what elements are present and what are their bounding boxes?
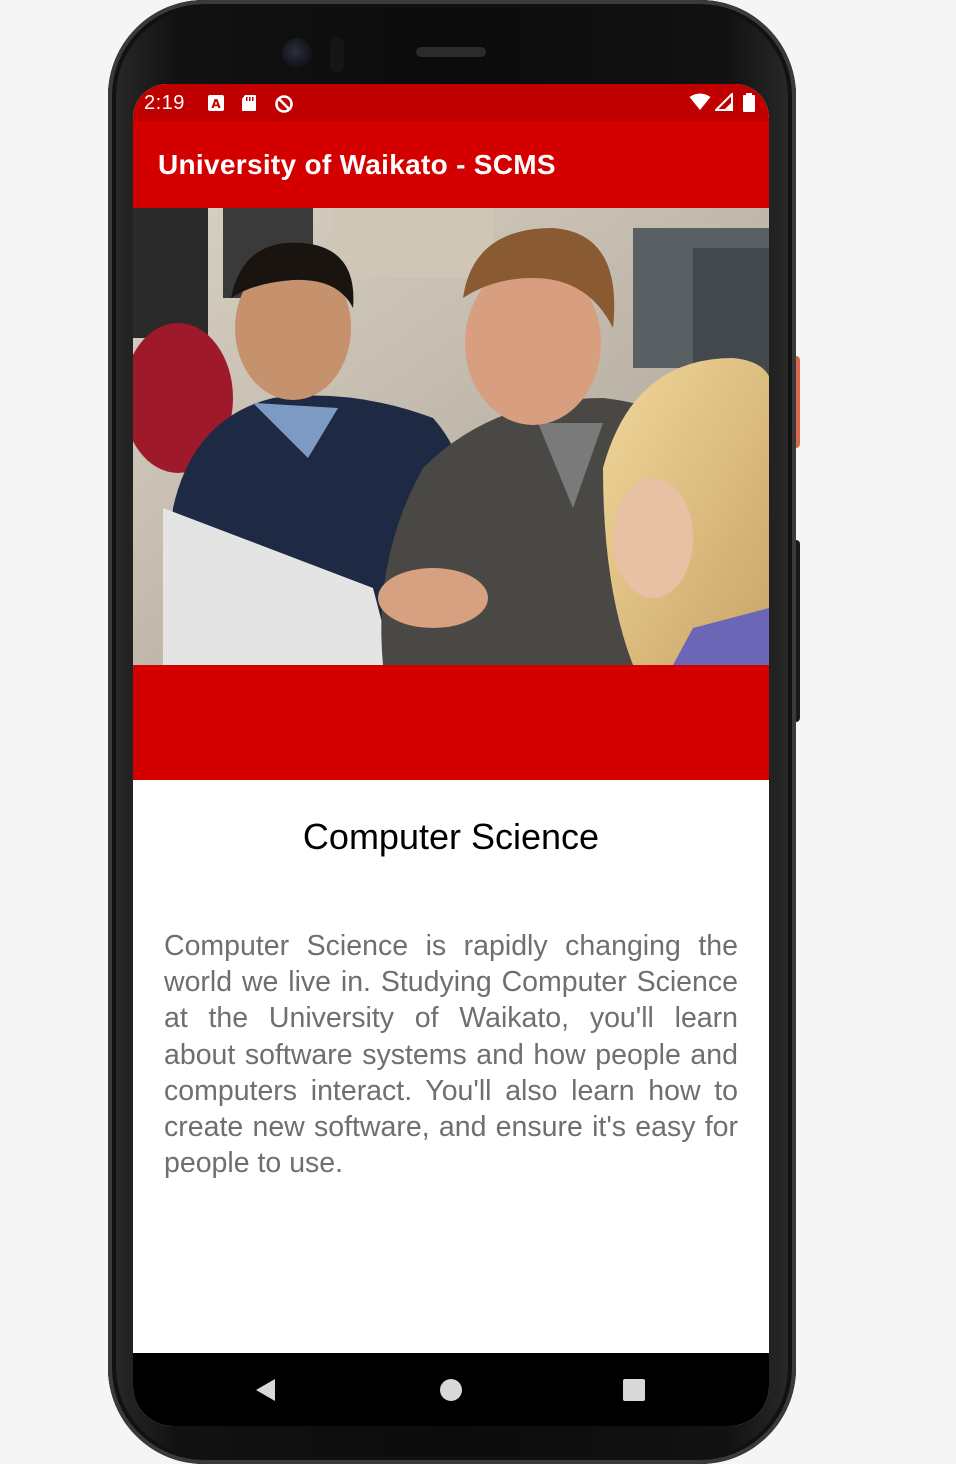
- battery-icon: [743, 93, 755, 117]
- svg-text:A: A: [211, 97, 221, 111]
- course-description: Computer Science is rapidly changing the…: [164, 930, 738, 1180]
- cell-signal-icon: [713, 91, 733, 116]
- home-icon[interactable]: [436, 1375, 466, 1405]
- status-bar: 2:19 A: [133, 84, 769, 121]
- back-icon[interactable]: [251, 1375, 281, 1405]
- course-title: Computer Science: [302, 816, 600, 857]
- a11y-icon: A: [207, 94, 225, 117]
- screen: 2:19 A University of Waikato - SCMS Comp…: [133, 84, 769, 1426]
- data-saver-icon: [274, 94, 294, 119]
- app-bar: University of Waikato - SCMS: [133, 121, 769, 208]
- earpiece-speaker: [416, 47, 486, 57]
- navigation-bar: [133, 1353, 769, 1426]
- app-title: University of Waikato - SCMS: [158, 149, 556, 180]
- front-camera: [282, 38, 312, 68]
- sd-card-icon: [241, 94, 257, 117]
- status-time: 2:19: [144, 92, 185, 114]
- hero-image: [133, 208, 769, 665]
- hero-banner: [133, 665, 769, 780]
- device-frame: 2:19 A University of Waikato - SCMS Comp…: [0, 0, 956, 1464]
- recents-icon[interactable]: [619, 1375, 649, 1405]
- proximity-sensor: [330, 38, 344, 72]
- wifi-icon: [689, 93, 711, 116]
- course-content: Computer Science Computer Science is rap…: [133, 780, 769, 1353]
